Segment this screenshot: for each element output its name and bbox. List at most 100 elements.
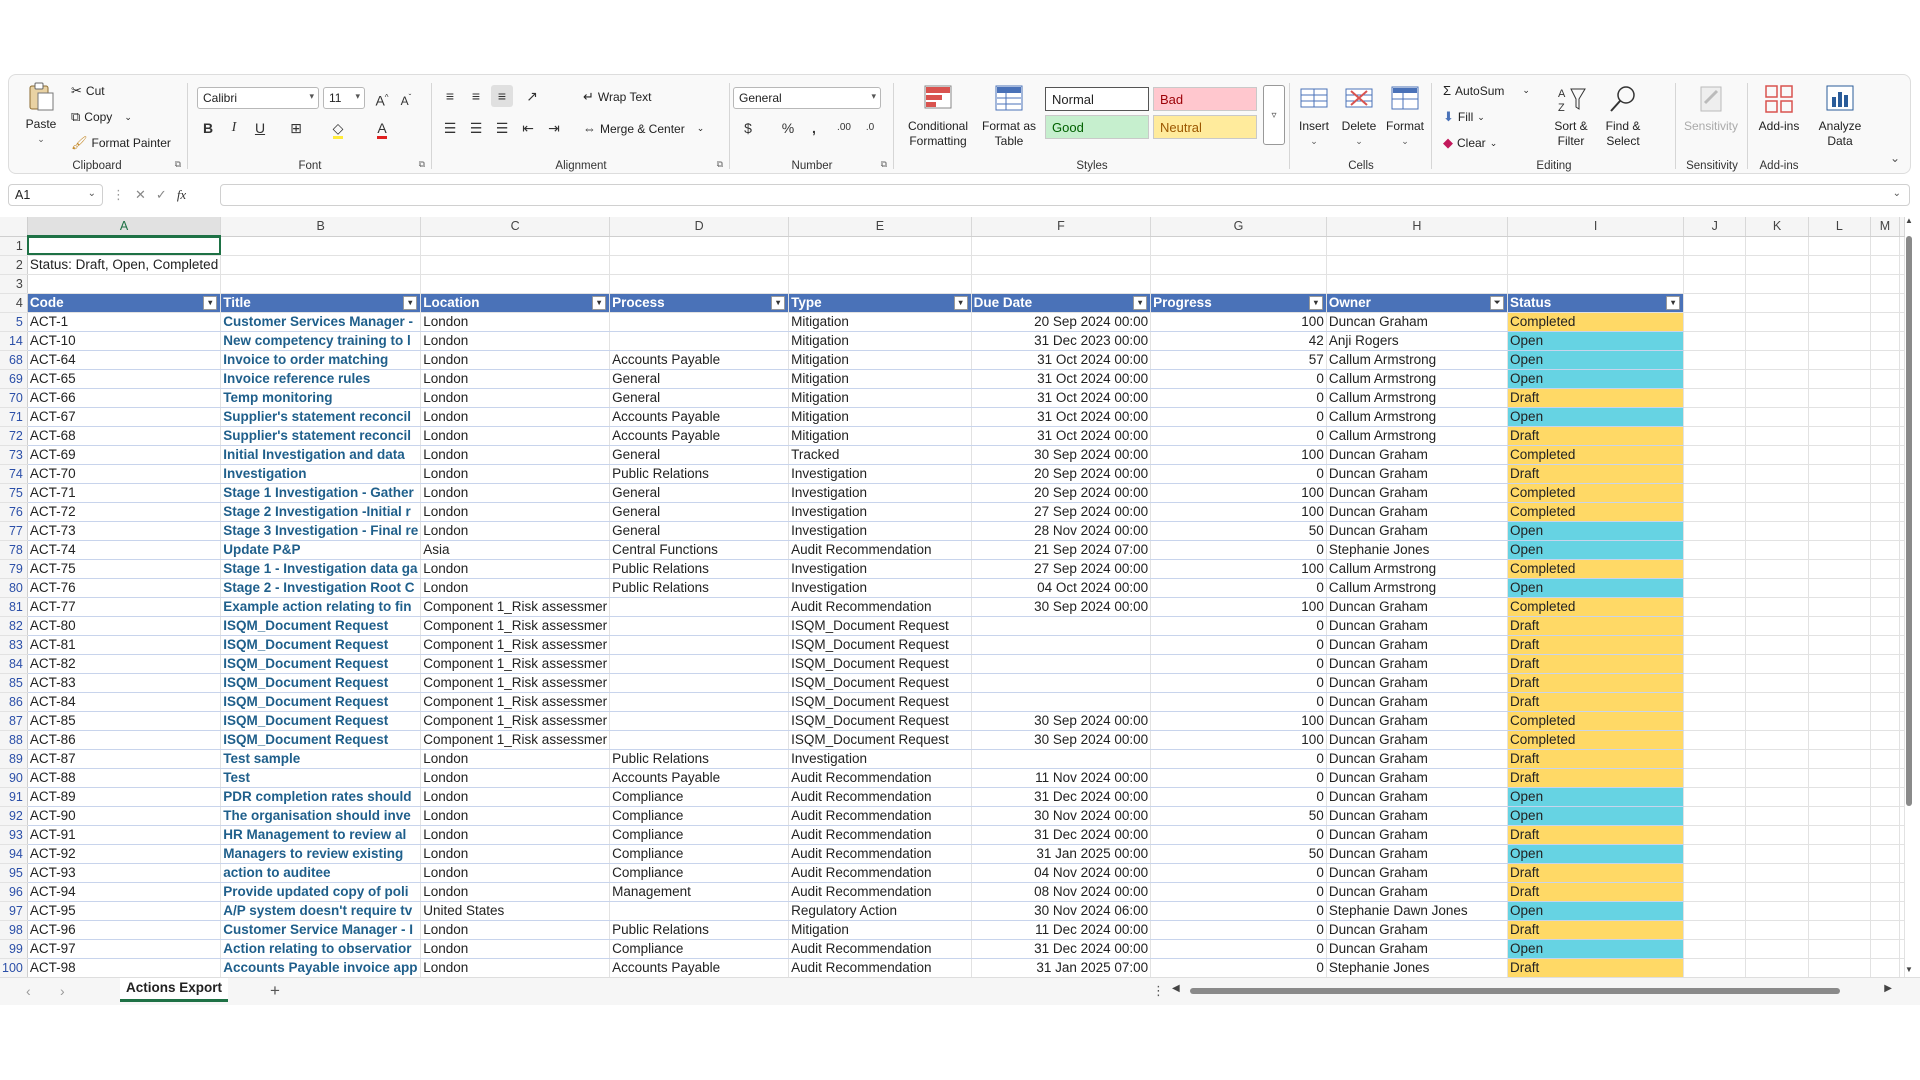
cell-code[interactable]: ACT-74 — [27, 540, 222, 560]
cell[interactable] — [1326, 236, 1509, 256]
table-header-cell[interactable]: Due Date ▾ — [971, 293, 1152, 313]
cell[interactable] — [1870, 236, 1901, 256]
cell[interactable] — [1745, 844, 1809, 864]
cell[interactable] — [1870, 901, 1901, 921]
cell-proc[interactable]: Accounts Payable — [609, 350, 790, 370]
filter-active-icon[interactable]: ⏷ — [1490, 295, 1505, 310]
cell-prog[interactable]: 0 — [1150, 616, 1327, 636]
cell-code[interactable]: ACT-66 — [27, 388, 222, 408]
cell-proc[interactable] — [609, 692, 790, 712]
cell-loc[interactable]: London — [420, 863, 611, 883]
cell-loc[interactable]: United States — [420, 901, 611, 921]
cell-proc[interactable] — [609, 673, 790, 693]
column-header[interactable]: E — [788, 217, 972, 237]
cell-code[interactable]: ACT-89 — [27, 787, 222, 807]
cell-status[interactable]: Open — [1507, 806, 1685, 826]
cell-owner[interactable]: Duncan Graham — [1326, 863, 1509, 883]
cell-status[interactable]: Draft — [1507, 464, 1685, 484]
cell-due[interactable]: 31 Oct 2024 00:00 — [971, 407, 1152, 427]
cell[interactable] — [1808, 806, 1871, 826]
cell[interactable] — [1745, 464, 1809, 484]
cell[interactable] — [1808, 293, 1871, 313]
cell-title[interactable]: New competency training to l — [220, 331, 422, 351]
cell-status[interactable]: Completed — [1507, 483, 1685, 503]
cell[interactable] — [1808, 692, 1871, 712]
cell-code[interactable]: ACT-68 — [27, 426, 222, 446]
cell-loc[interactable]: London — [420, 502, 611, 522]
cell[interactable] — [1870, 502, 1901, 522]
cell[interactable] — [1808, 939, 1871, 959]
cell-proc[interactable]: Accounts Payable — [609, 426, 790, 446]
scroll-up-icon[interactable]: ▲ — [1905, 216, 1913, 225]
cell-title[interactable]: ISQM_Document Request — [220, 635, 422, 655]
cell[interactable] — [1870, 749, 1901, 769]
cell-title[interactable]: Stage 2 - Investigation Root C — [220, 578, 422, 598]
cell-proc[interactable] — [609, 654, 790, 674]
dialog-launcher-icon[interactable]: ⧉ — [717, 159, 723, 170]
cell[interactable] — [1870, 616, 1901, 636]
cell-type[interactable]: Audit Recommendation — [788, 540, 972, 560]
cell[interactable] — [1683, 369, 1747, 389]
cell[interactable] — [1808, 578, 1871, 598]
cell-prog[interactable]: 0 — [1150, 939, 1327, 959]
cell-prog[interactable]: 0 — [1150, 692, 1327, 712]
cell-proc[interactable] — [609, 901, 790, 921]
cell-due[interactable]: 28 Nov 2024 00:00 — [971, 521, 1152, 541]
cell-title[interactable]: Update P&P — [220, 540, 422, 560]
cell[interactable] — [1870, 711, 1901, 731]
cell-owner[interactable]: Duncan Graham — [1326, 597, 1509, 617]
cell-type[interactable]: Audit Recommendation — [788, 844, 972, 864]
cell[interactable] — [1808, 635, 1871, 655]
cell-prog[interactable]: 100 — [1150, 483, 1327, 503]
row-header[interactable]: 70 — [0, 388, 28, 408]
row-header[interactable]: 99 — [0, 939, 28, 959]
cell-due[interactable] — [971, 635, 1152, 655]
cell-owner[interactable]: Duncan Graham — [1326, 920, 1509, 940]
horizontal-scroll-thumb[interactable] — [1190, 988, 1840, 994]
cell-status[interactable]: Draft — [1507, 654, 1685, 674]
cell[interactable] — [1507, 274, 1685, 294]
cell-type[interactable]: Audit Recommendation — [788, 958, 972, 977]
cell-proc[interactable] — [609, 711, 790, 731]
add-sheet-button[interactable]: + — [270, 981, 280, 1001]
insert-button[interactable]: Insert ⌄ — [1293, 83, 1335, 149]
cell[interactable] — [1870, 692, 1901, 712]
cell[interactable] — [1808, 920, 1871, 940]
cell-status[interactable]: Draft — [1507, 616, 1685, 636]
cell[interactable] — [1870, 445, 1901, 465]
cell[interactable] — [1683, 407, 1747, 427]
cell-owner[interactable]: Duncan Graham — [1326, 464, 1509, 484]
cell[interactable] — [1870, 825, 1901, 845]
cell-due[interactable]: 31 Oct 2024 00:00 — [971, 426, 1152, 446]
cell-type[interactable]: Investigation — [788, 464, 972, 484]
cell[interactable] — [1683, 578, 1747, 598]
formula-input[interactable]: ⌄ — [220, 184, 1910, 206]
row-header[interactable]: 72 — [0, 426, 28, 446]
cell[interactable] — [1150, 255, 1327, 275]
cell-status[interactable]: Draft — [1507, 958, 1685, 977]
cell[interactable] — [1683, 521, 1747, 541]
column-header[interactable]: D — [609, 217, 790, 237]
cell-owner[interactable]: Duncan Graham — [1326, 635, 1509, 655]
cell-proc[interactable]: Compliance — [609, 787, 790, 807]
cell-status[interactable]: Completed — [1507, 559, 1685, 579]
cell-proc[interactable]: Public Relations — [609, 464, 790, 484]
delete-button[interactable]: Delete ⌄ — [1337, 83, 1381, 149]
cell[interactable] — [1683, 236, 1747, 256]
cell-prog[interactable]: 100 — [1150, 502, 1327, 522]
cell[interactable] — [1745, 597, 1809, 617]
cell[interactable] — [1808, 274, 1871, 294]
cell-prog[interactable]: 0 — [1150, 901, 1327, 921]
cell-status[interactable]: Draft — [1507, 388, 1685, 408]
cell[interactable] — [1683, 711, 1747, 731]
cell-prog[interactable]: 0 — [1150, 825, 1327, 845]
cell[interactable] — [1745, 331, 1809, 351]
underline-icon[interactable]: U — [249, 117, 271, 139]
cell-status[interactable]: Draft — [1507, 882, 1685, 902]
cell-title[interactable]: action to auditee — [220, 863, 422, 883]
cell-status[interactable]: Draft — [1507, 692, 1685, 712]
next-sheet-icon[interactable]: › — [60, 983, 65, 999]
cell-title[interactable]: Stage 3 Investigation - Final re — [220, 521, 422, 541]
cell[interactable] — [1683, 939, 1747, 959]
cell-proc[interactable]: Compliance — [609, 825, 790, 845]
